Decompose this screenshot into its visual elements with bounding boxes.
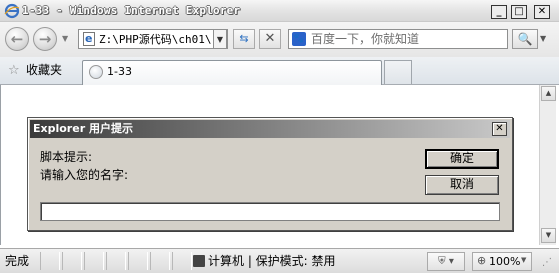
new-tab-button[interactable] <box>384 60 412 84</box>
search-box[interactable]: 🐾 百度一下，你就知道 <box>288 29 508 49</box>
status-panel <box>40 252 60 270</box>
zoom-magnifier-icon: ⊕ <box>477 254 487 267</box>
address-bar[interactable]: Z:\PHP源代码\ch01\ <box>78 29 228 49</box>
name-input[interactable] <box>40 202 500 221</box>
search-button[interactable]: 🔍 <box>512 29 538 49</box>
close-window-button[interactable]: ✕ <box>534 5 550 19</box>
prompt-dialog: Explorer 用户提示 ✕ 脚本提示: 请输入您的名字: 确定 取消 <box>27 117 513 231</box>
refresh-button[interactable]: ✕ <box>259 29 281 49</box>
resize-grip-icon[interactable]: ⋰ <box>542 257 552 268</box>
status-panel <box>106 252 126 270</box>
tab-title: 1-33 <box>107 65 132 78</box>
window-titlebar: 1-33 - Windows Internet Explorer _ □ ✕ <box>0 0 559 22</box>
prompt-message: 请输入您的名字: <box>40 168 129 182</box>
vertical-scrollbar[interactable]: ▲ ▼ <box>539 85 556 245</box>
back-arrow-icon: ← <box>10 30 24 48</box>
status-panel <box>150 252 170 270</box>
scroll-up-arrow-icon[interactable]: ▲ <box>541 86 556 101</box>
minimize-button[interactable]: _ <box>491 5 507 19</box>
status-panel <box>172 252 192 270</box>
dialog-title: Explorer 用户提示 <box>33 122 133 135</box>
recent-pages-dropdown[interactable]: ▼ <box>62 34 68 43</box>
tab-1-33[interactable]: 1-33 <box>82 60 382 85</box>
status-text: 完成 <box>5 254 30 268</box>
cancel-button[interactable]: 取消 <box>425 175 499 195</box>
back-button[interactable]: ← <box>5 27 29 51</box>
ok-button[interactable]: 确定 <box>425 149 499 169</box>
compatibility-view-button[interactable]: ⇆ <box>233 29 255 49</box>
status-panel <box>84 252 104 270</box>
dialog-close-button[interactable]: ✕ <box>492 122 507 136</box>
security-settings-button[interactable]: ⛨ ▾ <box>427 252 465 271</box>
favorites-star-icon[interactable]: ☆ <box>8 63 20 78</box>
baidu-paw-icon: 🐾 <box>292 32 306 46</box>
window-title: 1-33 - Windows Internet Explorer <box>22 4 241 17</box>
scroll-down-arrow-icon[interactable]: ▼ <box>541 228 556 243</box>
zoom-button[interactable]: ⊕ 100% ▼ <box>472 252 532 271</box>
shield-icon: ⛨ ▾ <box>438 256 454 267</box>
status-panel <box>128 252 148 270</box>
script-prompt-label: 脚本提示: <box>40 150 93 164</box>
status-bar: 完成 计算机 | 保护模式: 禁用 ⛨ ▾ ⊕ 100% ▼ ⋰ <box>0 248 559 273</box>
address-input[interactable]: Z:\PHP源代码\ch01\ <box>99 32 213 48</box>
close-icon: ✕ <box>495 123 504 134</box>
zoom-level: 100% <box>489 255 521 268</box>
status-panel <box>62 252 82 270</box>
zoom-dropdown-icon: ▼ <box>521 256 527 264</box>
search-input[interactable]: 百度一下，你就知道 <box>311 31 419 47</box>
favorites-button[interactable]: 收藏夹 <box>26 63 62 77</box>
magnifier-icon: 🔍 <box>517 32 533 46</box>
computer-zone-icon <box>193 255 205 267</box>
security-zone-text: 计算机 | 保护模式: 禁用 <box>208 254 336 268</box>
maximize-button[interactable]: □ <box>511 5 527 19</box>
forward-button[interactable]: → <box>33 27 57 51</box>
forward-arrow-icon: → <box>38 30 52 48</box>
search-options-dropdown[interactable]: ▼ <box>540 34 546 43</box>
page-loading-icon <box>89 65 103 79</box>
internet-explorer-logo-icon <box>4 3 20 19</box>
address-dropdown-button[interactable]: ▼ <box>213 29 227 49</box>
page-icon <box>83 32 95 46</box>
dialog-titlebar: Explorer 用户提示 ✕ <box>30 120 510 138</box>
